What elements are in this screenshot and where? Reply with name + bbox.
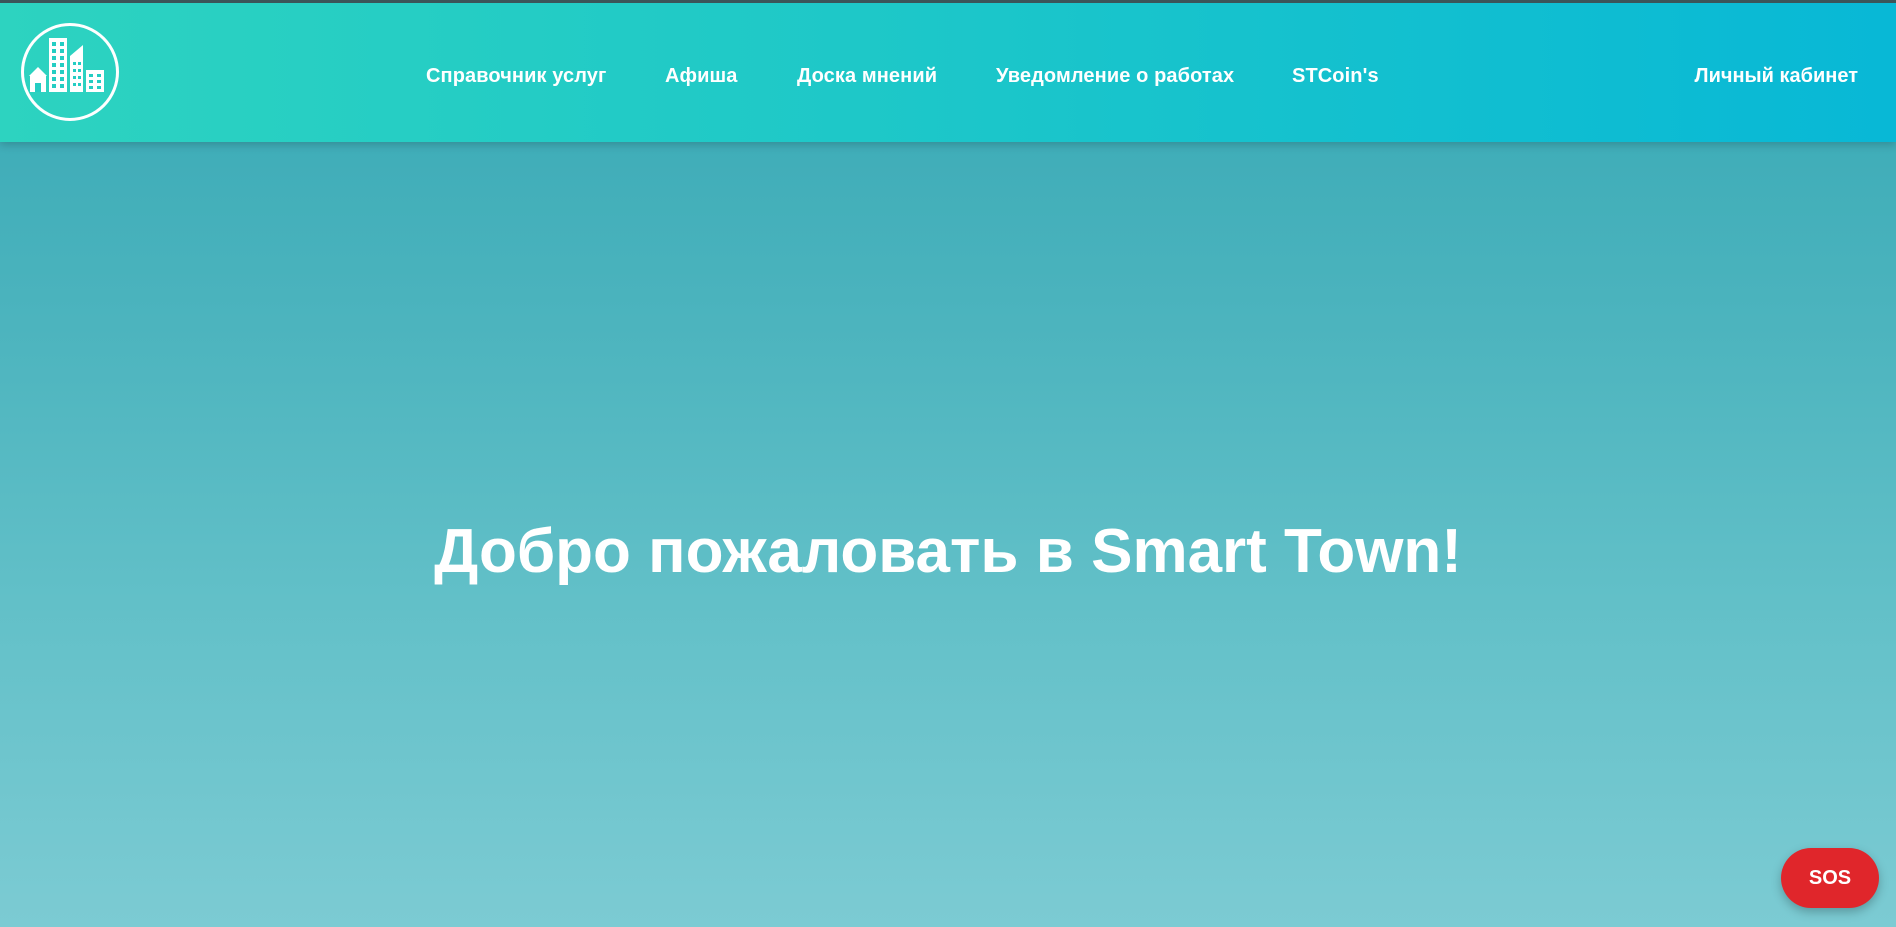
nav-stcoins[interactable]: STCoin's — [1292, 61, 1379, 91]
sos-button[interactable]: SOS — [1781, 848, 1879, 908]
nav-opinion-board[interactable]: Доска мнений — [797, 61, 937, 91]
nav-events[interactable]: Афиша — [665, 61, 738, 91]
hero-section: Добро пожаловать в Smart Town! — [0, 142, 1896, 927]
site-header: Справочник услуг Афиша Доска мнений Увед… — [0, 0, 1896, 142]
main-nav: Справочник услуг Афиша Доска мнений Увед… — [0, 61, 1896, 91]
personal-account-link[interactable]: Личный кабинет — [1695, 61, 1858, 91]
welcome-title: Добро пожаловать в Smart Town! — [434, 517, 1462, 586]
nav-works-notification[interactable]: Уведомление о работах — [996, 61, 1234, 91]
nav-services-directory[interactable]: Справочник услуг — [426, 61, 606, 91]
